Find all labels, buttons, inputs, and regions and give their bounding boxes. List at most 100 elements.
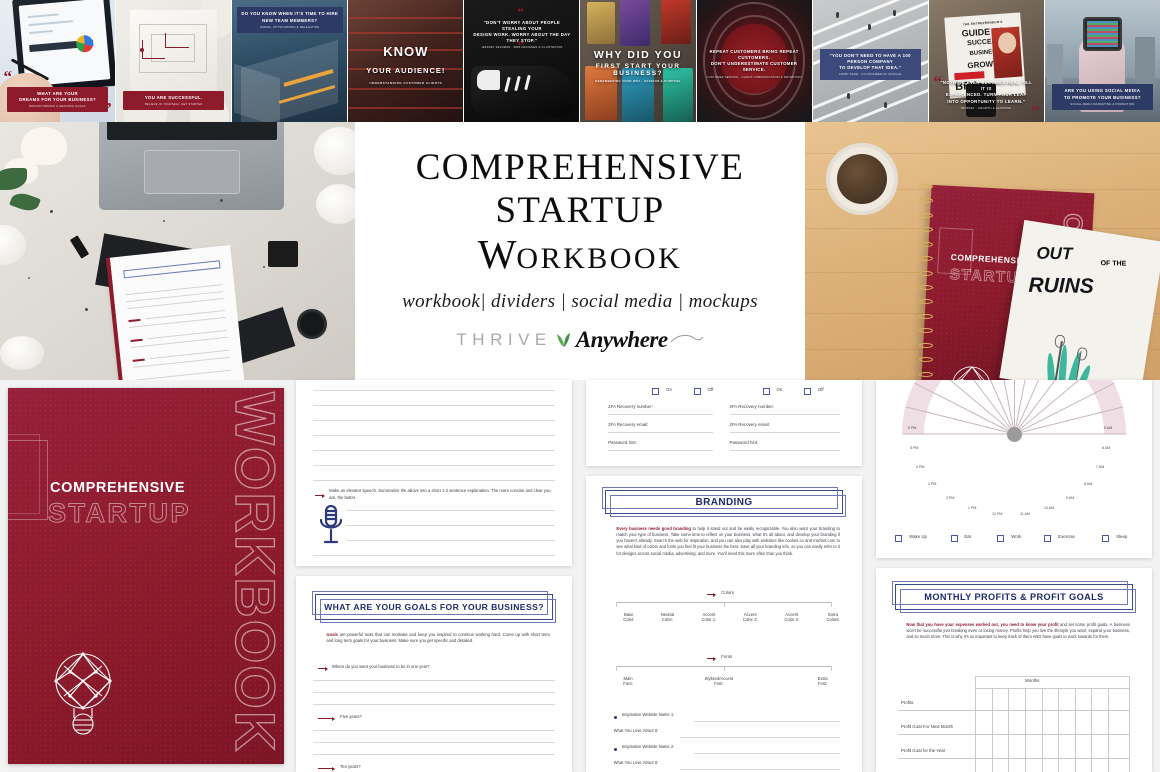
post-headline: WHY DID YOU (593, 48, 683, 61)
legend-exercise: Exercise (1058, 534, 1075, 539)
spiral-binding (918, 183, 933, 380)
toggle-off-label-right: Off (817, 387, 824, 392)
product-title-rest: ORKBOOK (516, 242, 683, 275)
legend-wake-up: Wake Up (909, 534, 928, 539)
workbook-page-mockup (105, 245, 246, 380)
field-password-hint-right: Password hint: (729, 440, 759, 445)
inspiration-row-4: What You Love About It: (613, 760, 659, 765)
hour-label-1pm: 1 PM (968, 506, 977, 510)
profits-row-label-3: Profit Goal for the Year (900, 748, 946, 753)
post-headline: "NOTHING EVER BECOMES REAL TILL IT IS (940, 79, 1033, 92)
brand-logo: THRIVE Anywhere (456, 327, 704, 353)
hour-label-2pm: 2 PM (946, 496, 955, 500)
social-post-stealing: “ ” "DON'T WORRY ABOUT PEOPLE STEALING Y… (464, 0, 581, 122)
post-headline: REPEAT CUSTOMERS BRING REPEAT CUSTOMERS. (709, 48, 799, 61)
post-subline: UNDERSTANDING CUSTOMER CLIENTS (369, 80, 443, 85)
post-banner: WHY DID YOU FIRST START YOUR BUSINESS? R… (585, 49, 691, 83)
inspiration-row-1: Inspiration Website Name 1: (621, 712, 675, 717)
hero-band: COMPREHENSIVE STARTUP WORKBOOK workbook|… (0, 122, 1160, 380)
font-slot-2: Stylized/Accent Font: (704, 676, 734, 686)
hour-label-4pm: 4 PM (916, 465, 925, 469)
post-headline: KNOW (383, 43, 429, 59)
post-subline: REMEMBERING YOUR WHY · PASSION & PURPOSE (595, 78, 681, 83)
microphone-icon (319, 504, 343, 544)
goals-intro-text: are powerful tools that can motivate and… (326, 632, 550, 644)
inspiration-row-3: Inspiration Website Name 2: (621, 744, 675, 749)
toggle-on-label-right: On (776, 387, 783, 392)
hour-label-12pm: 12 PM (992, 512, 1003, 516)
hour-label-5pm: 5 PM (910, 446, 919, 450)
post-headline-2: NEW TEAM MEMBERS? (262, 17, 318, 23)
toggle-on-label-left: On (666, 387, 672, 392)
goals-heading: WHAT ARE YOUR GOALS FOR YOUR BUSINESS? (324, 602, 544, 612)
inspiration-row-2: What You Love About It: (613, 728, 659, 733)
elevator-prompt: Make an elevator speech. Summarize the a… (329, 488, 551, 500)
goals-intro-bold: Goals (326, 632, 338, 637)
color-slot-5: Accent Color 3: (784, 612, 799, 622)
post-headline-2: DREAMS FOR YOUR BUSINESS? (19, 97, 97, 103)
second-book-line-2: RUINS (1028, 274, 1095, 299)
social-post-why-start: WHY DID YOU FIRST START YOUR BUSINESS? R… (580, 0, 697, 122)
coffee-mug (826, 142, 899, 215)
post-subline: JEFFREY ZELDMAN · WEB DESIGNER & ILLUSTR… (481, 46, 563, 50)
notebook-mockup: COMPREHENSIVE STARTUP OK (805, 122, 1160, 380)
color-slot-6: Extra Colors: (826, 612, 840, 622)
cover-vertical-text: WORKBOOK (223, 391, 284, 754)
profits-heading-box: MONTHLY PROFITS & PROFIT GOALS (892, 581, 1137, 613)
goals-prompt-1: Where do you want your business to be in… (331, 664, 430, 669)
lightbulb-polygon-icon (951, 366, 991, 380)
social-media-thumbnail-strip: “ ” WHAT ARE YOUR DREAMS FOR YOUR BUSINE… (0, 0, 1160, 122)
flourish-icon (670, 334, 704, 343)
product-title-cap: W (477, 231, 517, 277)
page-elevator-speech: Make an elevator speech. Summarize the a… (296, 380, 572, 566)
product-title-line-1: COMPREHENSIVE (415, 147, 745, 188)
social-post-social-media: ARE YOU USING SOCIAL MEDIA TO PROMOTE YO… (1044, 0, 1160, 122)
toggle-off-label-left: Off (707, 387, 714, 392)
social-post-repeat-customers: REPEAT CUSTOMERS BRING REPEAT CUSTOMERS.… (696, 0, 813, 122)
desk-flatlay-mockup (0, 122, 355, 380)
profits-table-header: Months (1025, 678, 1040, 683)
hour-label-7am: 7 AM (1096, 465, 1105, 469)
hour-label-6am: 6 AM (1102, 446, 1111, 450)
color-slot-3: Accent Color 1: (701, 612, 717, 622)
post-headline: ARE YOU USING SOCIAL MEDIA (1064, 88, 1141, 94)
goals-intro: Goals are powerful tools that can motiva… (326, 632, 550, 645)
hour-label-3pm: 3 PM (928, 482, 937, 486)
profits-intro-bold: Now that you have your expenses worked o… (906, 622, 1059, 627)
post-headline: DO YOU KNOW WHEN IT'S TIME TO HIRE (241, 11, 339, 17)
branding-heading: BRANDING (695, 496, 753, 508)
cover-column: COMPREHENSIVE STARTUP WORKBOOK (0, 380, 290, 772)
page-account-security: On Off On Off 2FA Recovery number: 2FA R… (586, 380, 862, 466)
post-banner: "YOU DON'T NEED TO HAVE A 100 PERSON COM… (819, 48, 921, 81)
post-headline-2: DON'T UNDERESTIMATE CUSTOMER SERVICE. (710, 61, 798, 73)
cover-line-2: STARTUP (48, 498, 191, 529)
field-2fa-number-left: 2FA Recovery number: (608, 404, 653, 409)
page-branding: BRANDING Every business needs good brand… (586, 476, 862, 772)
field-2fa-email-left: 2FA Recovery email: (608, 422, 649, 427)
branding-intro: Every business needs good branding to he… (616, 526, 840, 557)
product-subtitle: workbook| dividers | social media | mock… (402, 291, 758, 312)
post-subline: LARRY PAGE · CO-FOUNDER OF GOOGLE (838, 73, 902, 77)
hour-label-5am: 5 AM (1104, 426, 1113, 430)
title-block: COMPREHENSIVE STARTUP WORKBOOK workbook|… (355, 122, 805, 380)
post-banner: ARE YOU USING SOCIAL MEDIA TO PROMOTE YO… (1051, 84, 1154, 110)
hour-label-8am: 8 AM (1084, 482, 1093, 486)
branding-intro-bold: Every business needs good branding (616, 526, 691, 531)
page-daily-schedule: 6 PM 5 PM 4 PM 3 PM 2 PM 1 PM 12 PM 11 A… (876, 380, 1152, 558)
leaf-icon (556, 333, 570, 347)
post-headline-2: DESIGN WORK. WORRY ABOUT THE DAY THEY ST… (473, 31, 571, 44)
legend-eat: Eat (964, 534, 971, 539)
plant-illustration (1029, 320, 1119, 380)
workbook-cover: COMPREHENSIVE STARTUP WORKBOOK (8, 388, 284, 764)
social-post-successful: YOU ARE SUCCESSFUL. BELIEVE IN YOURSELF,… (116, 0, 233, 122)
post-subline: BELIEVE IN YOURSELF, GET STARTED (144, 102, 203, 106)
brand-name-primary: THRIVE (456, 330, 552, 349)
field-2fa-number-right: 2FA Recovery number: (729, 404, 775, 409)
color-slot-4: Accent Color 2: (742, 612, 758, 622)
post-banner: DO YOU KNOW WHEN IT'S TIME TO HIRE NEW T… (236, 7, 343, 33)
social-post-great-idea: "YOU DON'T NEED TO HAVE A 100 PERSON COM… (812, 0, 929, 122)
social-post-bad-things: THE ENTREPRENEUR'S GUIDE TO SUCCESS BUSI… (928, 0, 1045, 122)
post-subline: CUSTOMER SERVICE · CLIENT COMMUNICATION … (706, 75, 802, 79)
field-password-hint-left: Password hint: (608, 440, 637, 445)
second-book-of-the: OF THE (1100, 260, 1127, 268)
